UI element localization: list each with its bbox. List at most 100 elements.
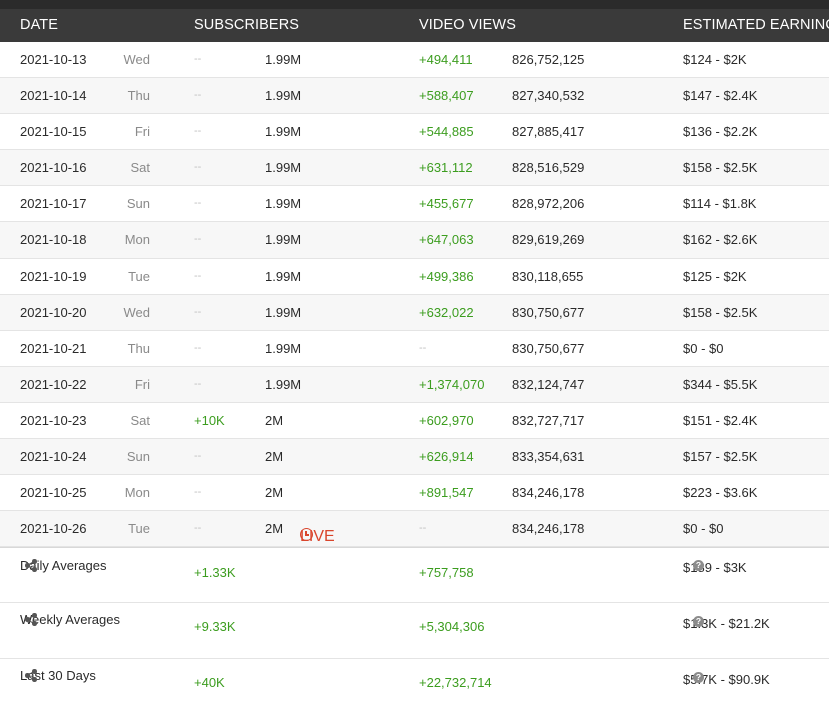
row-subscriber-total: 1.99M (265, 196, 302, 212)
row-subscriber-change: -- (194, 161, 202, 174)
row-subscriber-total: 1.99M (265, 160, 302, 176)
row-subscriber-change: -- (194, 305, 202, 318)
row-view-total: 829,619,269 (512, 232, 585, 248)
row-view-change: +455,677 (419, 196, 474, 212)
row-view-change: +1,374,070 (419, 376, 485, 392)
row-subscriber-change: -- (194, 269, 202, 282)
live-label: LIVE (300, 528, 335, 546)
summary-subscriber-gain: +1.33K (194, 565, 236, 581)
summary-view-gain: +757,758 (419, 565, 474, 581)
row-date: 2021-10-13 (20, 52, 87, 67)
row-subscriber-total: 1.99M (265, 88, 302, 104)
header-subscribers: SUBSCRIBERS (194, 17, 300, 33)
row-view-change: -- (419, 341, 427, 354)
row-subscriber-change: -- (194, 233, 202, 246)
header-date: DATE (20, 17, 58, 33)
row-day-of-week: Sun (126, 196, 150, 212)
row-subscriber-change: -- (194, 197, 202, 210)
row-view-change: +647,063 (419, 232, 474, 248)
row-view-total: 828,972,206 (512, 196, 585, 212)
row-estimated-earnings: $158 - $2.5K (683, 304, 758, 320)
row-estimated-earnings: $114 - $1.8K (683, 196, 757, 212)
row-subscriber-total: 1.99M (265, 304, 302, 320)
row-estimated-earnings: $151 - $2.4K (683, 412, 758, 428)
table-row: 2021-10-20 Wed -- 1.99M +632,022 830,750,677 $… (0, 294, 829, 331)
row-view-total: 826,752,125 (512, 52, 585, 67)
table-row: 2021-10-21 Thu -- 1.99M -- 830,750,677 $0 - $0 (0, 331, 829, 367)
row-day-of-week: Fri (134, 124, 150, 140)
row-subscriber-total: 2M (265, 521, 284, 537)
row-day-of-week: Thu (127, 340, 150, 356)
share-icon[interactable] (25, 559, 37, 572)
live-indicator[interactable]: LIVE (300, 518, 335, 545)
summary-row: Last 30 Days +40K +22,732,714 $5.7K - $90.9… (0, 659, 829, 714)
row-view-total: 830,750,677 (512, 304, 585, 320)
table-row: 2021-10-24 Sun -- 2M +626,914 833,354,631 $157… (0, 439, 829, 476)
row-day-of-week: Tue (128, 268, 150, 284)
summary-rows: Daily Averages +1.33K +757,758 $189 - $3K? W… (0, 547, 829, 714)
row-estimated-earnings: $223 - $3.6K (683, 485, 758, 501)
row-subscriber-change: -- (194, 341, 202, 354)
row-subscriber-total: 2M (265, 449, 284, 465)
row-view-change: +891,547 (419, 485, 474, 501)
table-row: 2021-10-13 Wed -- 1.99M +494,411 826,752,125 $… (0, 42, 829, 79)
row-subscriber-change: +10K (194, 412, 225, 428)
row-day-of-week: Wed (123, 52, 151, 67)
row-view-total: 828,516,529 (512, 160, 585, 176)
row-day-of-week: Tue (128, 521, 150, 537)
summary-view-gain: +22,732,714 (419, 675, 492, 691)
row-view-total: 830,750,677 (512, 340, 585, 356)
row-estimated-earnings: $136 - $2.2K (683, 124, 758, 140)
row-view-change: +602,970 (419, 412, 474, 428)
row-date: 2021-10-24 (20, 449, 87, 465)
row-view-change: +631,112 (419, 160, 473, 176)
row-day-of-week: Fri (134, 376, 150, 392)
row-date: 2021-10-17 (20, 196, 87, 212)
row-date: 2021-10-22 (20, 376, 87, 392)
header-estimated-earnings: ESTIMATED EARNINGS (683, 17, 829, 33)
row-date: 2021-10-20 (20, 304, 87, 320)
table-row: 2021-10-16 Sat -- 1.99M +631,112 828,516,529 $… (0, 150, 829, 187)
row-view-total: 834,246,178 (512, 485, 585, 501)
row-subscriber-total: 1.99M (265, 52, 302, 67)
row-subscriber-total: 1.99M (265, 340, 302, 356)
share-icon[interactable] (25, 613, 37, 626)
table-row: 2021-10-19 Tue -- 1.99M +499,386 830,118,655 $… (0, 259, 829, 295)
row-subscriber-change: -- (194, 125, 202, 138)
row-date: 2021-10-16 (20, 160, 87, 176)
row-subscriber-change: -- (194, 53, 202, 65)
summary-view-gain: +5,304,306 (419, 619, 485, 635)
row-day-of-week: Sun (126, 449, 150, 465)
summary-row: Weekly Averages +9.33K +5,304,306 $1.3K - $… (0, 603, 829, 660)
row-date: 2021-10-14 (20, 88, 87, 104)
row-view-change: +626,914 (419, 449, 474, 465)
row-view-change: +588,407 (419, 88, 474, 104)
row-subscriber-change: -- (194, 377, 202, 390)
table-row: 2021-10-22 Fri -- 1.99M +1,374,070 832,124,74… (0, 366, 829, 403)
row-day-of-week: Thu (127, 88, 150, 104)
row-view-total: 832,727,717 (512, 412, 585, 428)
table-row: 2021-10-26 Tue -- 2M LIVE -- 834,246,178 $0 - $… (0, 511, 829, 548)
table-row: 2021-10-17 Sun -- 1.99M +455,677 828,972,206 $… (0, 186, 829, 223)
row-subscriber-change: -- (194, 450, 202, 463)
row-date: 2021-10-21 (20, 340, 87, 356)
row-subscriber-change: -- (194, 486, 202, 499)
row-day-of-week: Sat (130, 160, 150, 176)
row-view-total: 832,124,747 (512, 376, 585, 392)
table-row: 2021-10-25 Mon -- 2M +891,547 834,246,178 $223… (0, 475, 829, 512)
row-date: 2021-10-23 (20, 412, 87, 428)
share-icon[interactable] (25, 669, 37, 682)
row-date: 2021-10-18 (20, 232, 87, 248)
row-view-total: 833,354,631 (512, 449, 585, 465)
row-subscriber-change: -- (194, 522, 202, 535)
row-subscriber-total: 1.99M (265, 124, 302, 140)
row-subscriber-total: 1.99M (265, 376, 302, 392)
row-subscriber-total: 2M (265, 485, 284, 501)
table-row: 2021-10-14 Thu -- 1.99M +588,407 827,340,532 $… (0, 78, 829, 115)
row-date: 2021-10-19 (20, 268, 87, 284)
row-view-change: +499,386 (419, 268, 474, 284)
summary-subscriber-gain: +40K (194, 675, 225, 691)
row-subscriber-change: -- (194, 89, 202, 102)
row-day-of-week: Mon (124, 485, 150, 501)
row-view-total: 830,118,655 (512, 268, 584, 284)
